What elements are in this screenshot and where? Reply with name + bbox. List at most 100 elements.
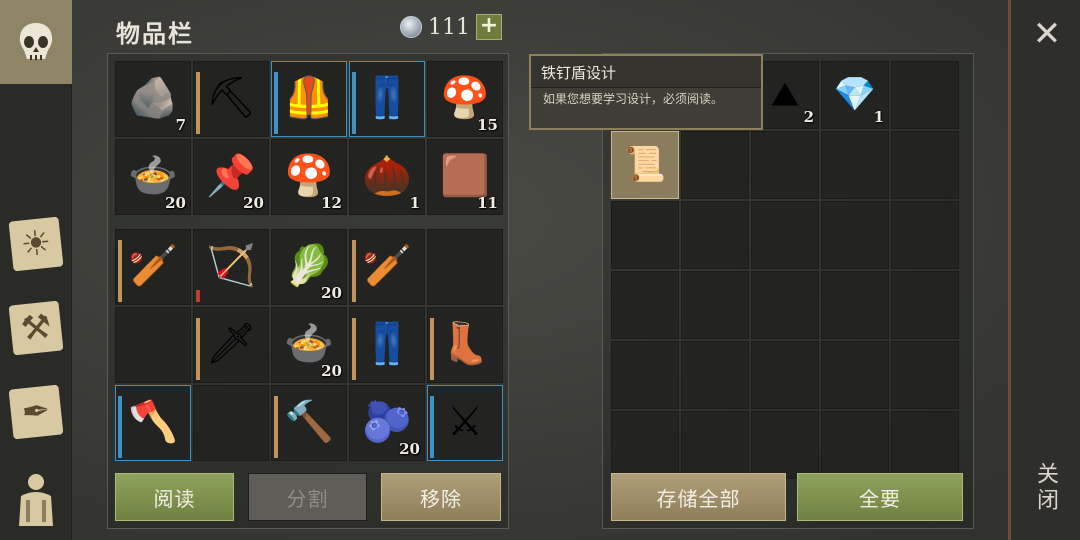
inventory-slot[interactable] — [115, 307, 191, 383]
inventory-slot[interactable] — [193, 385, 269, 461]
tab-journal[interactable]: ☀ — [0, 202, 72, 286]
inventory-slot[interactable] — [751, 201, 819, 269]
inventory-slot[interactable]: 🏏 — [115, 229, 191, 305]
currency-amount: 111 — [428, 14, 470, 40]
inventory-slot[interactable]: 🥬 20 — [271, 229, 347, 305]
sabre-icon: ⚔ — [447, 399, 483, 446]
inventory-slot[interactable] — [611, 201, 679, 269]
inventory-slot[interactable]: 🍲 20 — [271, 307, 347, 383]
currency-display: 111 + — [400, 14, 502, 40]
inventory-slot[interactable] — [427, 229, 503, 305]
item-quantity: 20 — [243, 194, 264, 212]
inventory-slot[interactable] — [891, 61, 959, 129]
add-currency-button[interactable]: + — [476, 14, 502, 40]
inventory-slot[interactable] — [611, 341, 679, 409]
inventory-slot[interactable] — [681, 131, 749, 199]
page-title: 物品栏 — [116, 20, 194, 48]
inventory-slot[interactable]: 💎 1 — [821, 61, 889, 129]
inventory-slot[interactable] — [681, 201, 749, 269]
inventory-slot[interactable]: 📜 — [611, 131, 679, 199]
inventory-slot[interactable]: 🍄 15 — [427, 61, 503, 137]
inventory-slot[interactable] — [891, 131, 959, 199]
inventory-slot[interactable] — [751, 271, 819, 339]
inventory-slot[interactable] — [821, 201, 889, 269]
inventory-slot[interactable]: 🪓 — [115, 385, 191, 461]
inventory-slot[interactable]: 🏹 — [193, 229, 269, 305]
hammer-map-icon: ⚒ — [8, 300, 64, 356]
item-quantity: 2 — [803, 108, 814, 126]
read-button[interactable]: 阅读 — [115, 473, 234, 521]
close-strip[interactable]: ✕ 关闭 — [1008, 0, 1080, 540]
inventory-slot[interactable] — [751, 341, 819, 409]
tab-crafting[interactable]: ⚒ — [0, 286, 72, 370]
inventory-slot[interactable]: 📌 20 — [193, 139, 269, 215]
close-icon[interactable]: ✕ — [1029, 16, 1065, 52]
inventory-slot[interactable] — [681, 411, 749, 479]
tab-equipment[interactable] — [0, 456, 72, 540]
boots-icon: 👢 — [440, 321, 490, 368]
inventory-slot[interactable]: 🟫 11 — [427, 139, 503, 215]
inventory-slot[interactable]: 🍄 12 — [271, 139, 347, 215]
close-label[interactable]: 关闭 — [1033, 462, 1061, 514]
powder-pile-icon: ⛰ — [770, 74, 800, 115]
inventory-slot[interactable]: 🗡 — [193, 307, 269, 383]
durability-bar — [274, 72, 278, 134]
inventory-slot[interactable]: 🌰 1 — [349, 139, 425, 215]
durability-bar — [430, 396, 434, 458]
durability-bar — [118, 240, 122, 302]
mace-icon: 🔨 — [284, 399, 334, 446]
durability-bar — [352, 318, 356, 380]
inventory-slot[interactable]: 👖 — [349, 61, 425, 137]
inventory-slot[interactable]: 🪨 7 — [115, 61, 191, 137]
inventory-slot[interactable] — [751, 131, 819, 199]
chainmail-armor-icon: 🦺 — [284, 75, 334, 122]
inventory-slot[interactable] — [891, 271, 959, 339]
durability-bar — [352, 240, 356, 302]
inventory-slot[interactable] — [821, 341, 889, 409]
item-quantity: 11 — [477, 194, 498, 212]
inventory-slot[interactable]: ⚔ — [427, 385, 503, 461]
leather-pants-icon: 👖 — [362, 321, 412, 368]
inventory-slot[interactable]: 🫐 20 — [349, 385, 425, 461]
inventory-slot[interactable] — [821, 271, 889, 339]
ore-icon: 🪨 — [128, 75, 178, 122]
store-all-button[interactable]: 存储全部 — [611, 473, 786, 521]
inventory-slot[interactable] — [751, 411, 819, 479]
berry-bowl-icon: 🫐 — [362, 399, 412, 446]
quill-scroll-icon: ✒ — [8, 384, 64, 440]
inventory-slot[interactable]: 👖 — [349, 307, 425, 383]
left-sidebar: ☀ ⚒ ✒ — [0, 0, 72, 540]
item-tooltip: 铁钉盾设计 如果您想要学习设计，必须阅读。 — [529, 54, 763, 130]
gem-icon — [400, 16, 422, 38]
tab-quests[interactable]: ✒ — [0, 370, 72, 454]
inventory-slot[interactable] — [821, 131, 889, 199]
item-quantity: 20 — [399, 440, 420, 458]
split-button[interactable]: 分割 — [248, 473, 367, 521]
inventory-slot[interactable] — [891, 341, 959, 409]
inventory-slot[interactable]: 🏏 — [349, 229, 425, 305]
inventory-slot[interactable] — [681, 341, 749, 409]
inventory-slot[interactable]: 🦺 — [271, 61, 347, 137]
inventory-slot[interactable] — [681, 271, 749, 339]
inventory-slot[interactable]: 👢 — [427, 307, 503, 383]
inventory-grid-top: 🪨 7 ⛏ 🦺 👖 🍄 15 🍲 20 📌 20 🍄 12 🌰 1 🟫 11 — [115, 61, 503, 215]
copper-ingot-icon: 🟫 — [440, 153, 490, 200]
durability-bar — [274, 396, 278, 458]
inventory-slot[interactable] — [611, 271, 679, 339]
inventory-slot[interactable] — [891, 201, 959, 269]
inventory-slot[interactable]: 🔨 — [271, 385, 347, 461]
tooltip-title: 铁钉盾设计 — [531, 56, 761, 88]
inventory-slot[interactable] — [821, 411, 889, 479]
crossbow-icon: 🏹 — [206, 243, 256, 290]
stew-bowl-icon: 🍲 — [128, 153, 178, 200]
inventory-slot[interactable] — [891, 411, 959, 479]
inventory-slot[interactable]: 🍲 20 — [115, 139, 191, 215]
chainmail-leggings-icon: 👖 — [362, 75, 412, 122]
sword-icon: 🗡 — [205, 321, 257, 368]
take-all-button[interactable]: 全要 — [797, 473, 963, 521]
inventory-slot[interactable] — [611, 411, 679, 479]
seeds-icon: 🌰 — [362, 153, 412, 200]
inventory-slot[interactable]: ⛏ — [193, 61, 269, 137]
tab-character-status[interactable] — [0, 0, 72, 84]
remove-button[interactable]: 移除 — [381, 473, 501, 521]
